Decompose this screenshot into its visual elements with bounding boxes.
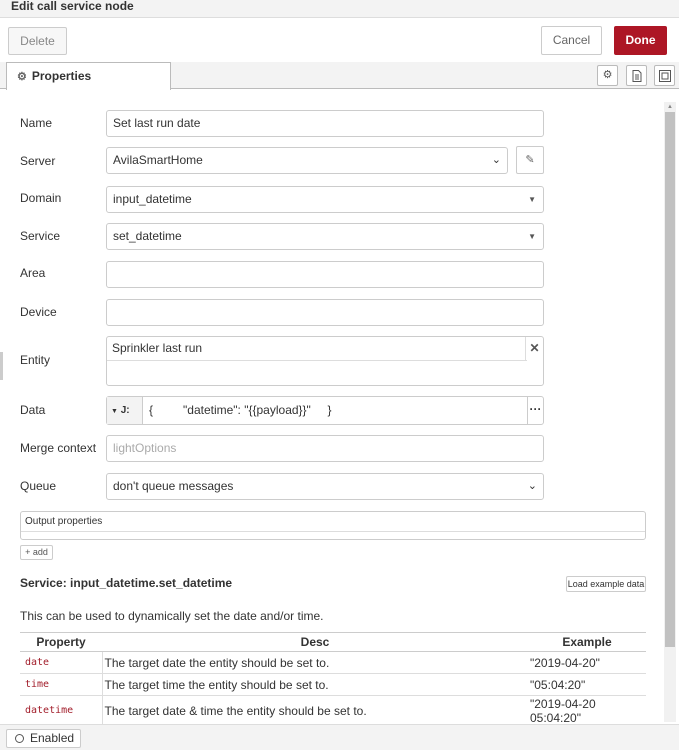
data-type-select[interactable]: ▼ J: (107, 397, 143, 424)
service-select[interactable]: set_datetime ▼ (106, 223, 544, 250)
desc-cell: The target time the entity should be set… (102, 673, 528, 696)
clear-entity-button[interactable]: ✕ (525, 337, 543, 361)
output-properties-label: Output properties (25, 516, 103, 527)
domain-select-value: input_datetime (113, 192, 192, 206)
desc-cell: The target date the entity should be set… (102, 651, 528, 674)
appearance-tab-button[interactable] (654, 65, 675, 86)
server-select[interactable]: AvilaSmartHome ⌄ (106, 147, 508, 174)
layout-icon (658, 70, 671, 82)
entity-tag: Sprinkler last run (107, 337, 527, 361)
service-fields-table: Property Desc Example date The target da… (20, 632, 646, 726)
pencil-icon: ✎ (525, 154, 535, 166)
edit-server-button[interactable]: ✎ (516, 146, 544, 174)
domain-select[interactable]: input_datetime ▼ (106, 186, 544, 213)
tab-properties-label: Properties (31, 69, 92, 83)
dialog-title: Edit call service node (11, 0, 134, 13)
output-properties-list: Output properties (20, 511, 646, 540)
caret-down-icon: ▼ (528, 195, 536, 204)
add-label: add (32, 547, 48, 557)
column-header: Example (528, 632, 646, 652)
vertical-scrollbar[interactable]: ▲ (664, 102, 676, 722)
server-select-value: AvilaSmartHome (113, 153, 203, 167)
scroll-up-icon[interactable]: ▲ (667, 104, 673, 110)
name-input[interactable]: Set last run date (106, 110, 544, 137)
merge-context-input[interactable]: lightOptions (106, 435, 544, 462)
dialog-footer: Enabled (0, 724, 679, 750)
property-cell: time (20, 673, 103, 696)
caret-down-icon: ▼ (111, 408, 118, 415)
device-input[interactable] (106, 299, 544, 326)
panel-resize-handle[interactable] (0, 352, 3, 380)
enabled-toggle[interactable]: Enabled (6, 729, 81, 748)
divider (21, 531, 645, 532)
chevron-down-icon: ⌄ (527, 480, 537, 492)
service-title: Service: input_datetime.set_datetime (20, 576, 233, 590)
json-type-label: J: (120, 405, 130, 416)
example-cell: "2019-04-20" (528, 651, 646, 674)
data-value: { "datetime": "{{payload}}" } (149, 403, 332, 417)
server-label: Server (20, 154, 56, 168)
plus-icon: + (25, 547, 31, 557)
area-input[interactable] (106, 261, 544, 288)
tab-bar: ⚙ Properties ⚙ (0, 62, 679, 90)
chevron-down-icon: ⌄ (491, 154, 501, 166)
name-label: Name (20, 116, 53, 130)
property-cell: datetime (20, 695, 103, 726)
service-select-value: set_datetime (113, 229, 182, 243)
entity-input[interactable]: Sprinkler last run ✕ (106, 336, 544, 386)
delete-button[interactable]: Delete (8, 27, 67, 55)
settings-tab-button[interactable]: ⚙ (597, 65, 618, 86)
queue-select-value: don't queue messages (113, 479, 234, 493)
example-cell: "2019-04-20 05:04:20" (528, 695, 646, 726)
table-row: datetime The target date & time the enti… (20, 695, 646, 726)
table-row: time The target time the entity should b… (20, 673, 646, 696)
property-cell: date (20, 651, 103, 674)
scrollbar-thumb[interactable] (665, 112, 675, 647)
data-label: Data (20, 403, 46, 417)
queue-label: Queue (20, 479, 57, 493)
entity-label: Entity (20, 353, 51, 367)
enabled-label: Enabled (30, 731, 75, 745)
column-header: Desc (102, 632, 528, 652)
area-label: Area (20, 266, 46, 280)
tab-properties[interactable]: ⚙ Properties (6, 62, 171, 90)
document-icon (632, 70, 641, 82)
queue-select[interactable]: don't queue messages ⌄ (106, 473, 544, 500)
close-icon: ✕ (529, 341, 540, 355)
cancel-button[interactable]: Cancel (541, 26, 602, 55)
expand-editor-button[interactable]: ··· (527, 397, 543, 424)
service-description: This can be used to dynamically set the … (20, 609, 324, 623)
description-tab-button[interactable] (626, 65, 647, 86)
gear-icon: ⚙ (602, 69, 613, 81)
device-label: Device (20, 305, 57, 319)
dialog-toolbar: Delete Cancel Done (0, 18, 679, 62)
ellipsis-icon: ··· (529, 402, 542, 416)
gear-icon: ⚙ (17, 71, 27, 83)
service-label: Service (20, 229, 61, 243)
done-button[interactable]: Done (614, 26, 667, 55)
column-header: Property (20, 632, 102, 652)
caret-down-icon: ▼ (528, 232, 536, 241)
add-output-property-button[interactable]: + add (20, 545, 53, 560)
circle-icon (15, 734, 24, 743)
merge-context-label: Merge context (20, 441, 97, 455)
desc-cell: The target date & time the entity should… (102, 695, 528, 726)
load-example-button[interactable]: Load example data (566, 576, 646, 592)
data-input[interactable]: ▼ J: { "datetime": "{{payload}}" } ··· (106, 396, 544, 425)
dialog-titlebar: Edit call service node (0, 0, 679, 18)
domain-label: Domain (20, 191, 62, 205)
table-row: date The target date the entity should b… (20, 651, 646, 674)
example-cell: "05:04:20" (528, 673, 646, 696)
